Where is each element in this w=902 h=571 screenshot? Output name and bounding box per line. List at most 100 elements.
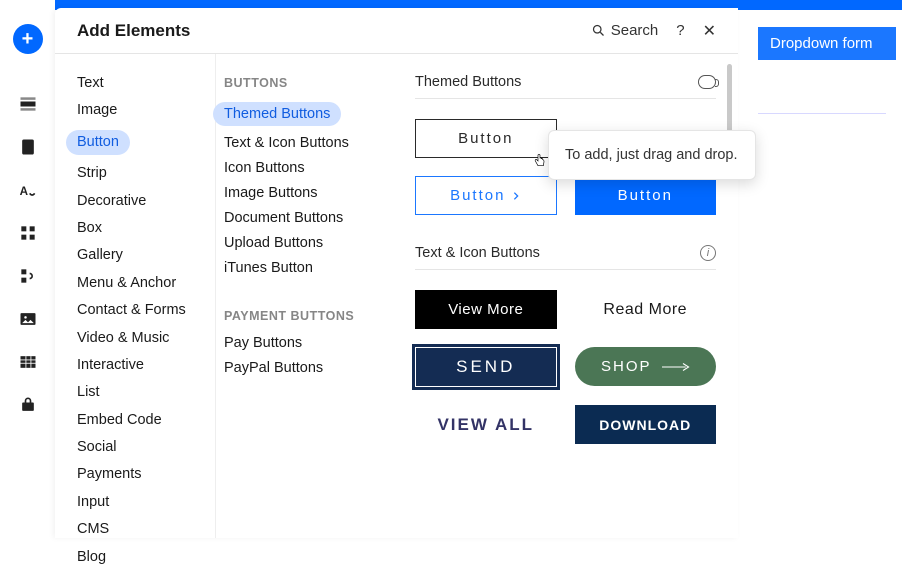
search-button[interactable]: Search	[591, 22, 659, 39]
category-item-gallery[interactable]: Gallery	[77, 242, 215, 269]
preview-button-label: DOWNLOAD	[599, 417, 691, 433]
panel-columns: TextImageButtonStripDecorativeBoxGallery…	[55, 54, 738, 538]
category-label: Blog	[77, 549, 106, 565]
category-item-decorative[interactable]: Decorative	[77, 188, 215, 215]
subcategory-item-icon-buttons[interactable]: Icon Buttons	[224, 156, 393, 180]
subcategory-label: Document Buttons	[224, 210, 343, 226]
video-icon[interactable]	[698, 75, 716, 89]
preview-button-label: Button	[450, 187, 505, 204]
category-item-embed-code[interactable]: Embed Code	[77, 407, 215, 434]
category-item-strip[interactable]: Strip	[77, 160, 215, 187]
subcategory-column: BUTTONS Themed Buttons Text & Icon Buttons…	[215, 54, 393, 538]
category-label: Box	[77, 220, 102, 236]
section-header: Text & Icon Buttons i	[415, 245, 716, 270]
category-label: Interactive	[77, 357, 144, 373]
section-title: Themed Buttons	[415, 74, 521, 90]
subcategory-item-text-icon-buttons[interactable]: Text & Icon Buttons	[224, 131, 393, 155]
tooltip-text: To add, just drag and drop.	[565, 147, 738, 163]
category-item-social[interactable]: Social	[77, 434, 215, 461]
preview-button-button[interactable]: Button	[415, 176, 557, 215]
panel-title: Add Elements	[77, 21, 591, 41]
subcategory-item-document-buttons[interactable]: Document Buttons	[224, 206, 393, 230]
category-label: Strip	[77, 165, 107, 181]
data-icon[interactable]	[13, 347, 43, 377]
search-icon	[591, 23, 606, 38]
subcategory-item-image-buttons[interactable]: Image Buttons	[224, 181, 393, 205]
subcategory-item-itunes-button[interactable]: iTunes Button	[224, 256, 393, 280]
page-icon[interactable]	[13, 132, 43, 162]
drag-tooltip: To add, just drag and drop.	[548, 130, 756, 180]
cursor-icon	[532, 152, 548, 175]
preview-column: Themed Buttons Button Button Button Text & I…	[393, 54, 738, 538]
dropdown-form-label: Dropdown form	[770, 35, 873, 52]
chevron-right-icon	[511, 191, 521, 201]
subcategory-item-paypal-buttons[interactable]: PayPal Buttons	[224, 356, 393, 380]
dropdown-form-chip[interactable]: Dropdown form	[758, 27, 896, 60]
category-item-image[interactable]: Image	[77, 97, 215, 124]
preview-button-shop[interactable]: SHOP	[575, 347, 717, 386]
preview-button-view-more[interactable]: View More	[415, 290, 557, 329]
preview-button-download[interactable]: DOWNLOAD	[575, 405, 717, 444]
section-header: Themed Buttons	[415, 74, 716, 99]
subcategory-label: Icon Buttons	[224, 160, 305, 176]
section-icon[interactable]	[13, 89, 43, 119]
info-icon[interactable]: i	[700, 245, 716, 261]
section-title: Text & Icon Buttons	[415, 245, 540, 261]
category-item-menu-anchor[interactable]: Menu & Anchor	[77, 270, 215, 297]
category-item-video-music[interactable]: Video & Music	[77, 325, 215, 352]
subcategory-item-upload-buttons[interactable]: Upload Buttons	[224, 231, 393, 255]
subcategory-label: Themed Buttons	[213, 102, 341, 126]
preview-button-view-all[interactable]: VIEW ALL	[415, 405, 557, 444]
category-label: Button	[66, 130, 130, 155]
preview-button-label: Read More	[603, 301, 687, 319]
category-item-contact-forms[interactable]: Contact & Forms	[77, 297, 215, 324]
category-label: Decorative	[77, 193, 146, 209]
category-label: Social	[77, 439, 117, 455]
left-rail: + A	[0, 0, 55, 538]
store-icon[interactable]	[13, 390, 43, 420]
preview-button-label: View More	[448, 301, 523, 318]
subcategory-label: Text & Icon Buttons	[224, 135, 349, 151]
subcategory-header: PAYMENT BUTTONS	[224, 309, 393, 323]
category-item-blog[interactable]: Blog	[77, 544, 215, 571]
subcategory-item-themed-buttons[interactable]: Themed Buttons	[224, 98, 393, 130]
preview-button-label: SEND	[456, 357, 515, 377]
category-item-payments[interactable]: Payments	[77, 461, 215, 488]
close-icon[interactable]: ✕	[703, 21, 716, 41]
preview-button-button[interactable]: Button	[575, 176, 717, 215]
subcategory-label: PayPal Buttons	[224, 360, 323, 376]
preview-button-label: VIEW ALL	[437, 415, 534, 435]
category-label: Gallery	[77, 247, 123, 263]
category-label: Video & Music	[77, 330, 169, 346]
category-item-input[interactable]: Input	[77, 489, 215, 516]
dropdown-form-underline	[758, 113, 886, 114]
category-label: Input	[77, 494, 109, 510]
font-icon[interactable]: A	[13, 175, 43, 205]
media-icon[interactable]	[13, 304, 43, 334]
category-label: Text	[77, 75, 104, 91]
subcategory-item-pay-buttons[interactable]: Pay Buttons	[224, 331, 393, 355]
category-item-text[interactable]: Text	[77, 70, 215, 97]
category-item-cms[interactable]: CMS	[77, 516, 215, 543]
preview-button-send[interactable]: SEND	[415, 347, 557, 387]
preview-button-read-more[interactable]: Read More	[575, 290, 717, 329]
subcategory-label: Pay Buttons	[224, 335, 302, 351]
svg-text:A: A	[19, 185, 28, 198]
subcategory-header: BUTTONS	[224, 76, 393, 90]
category-item-list[interactable]: List	[77, 379, 215, 406]
category-label: Menu & Anchor	[77, 275, 176, 291]
help-icon[interactable]: ?	[676, 22, 684, 39]
apps-icon[interactable]	[13, 218, 43, 248]
category-item-button[interactable]: Button	[77, 125, 215, 160]
preview-button-label: Button	[458, 130, 513, 147]
add-icon[interactable]: +	[13, 24, 43, 54]
category-label: List	[77, 384, 100, 400]
plugin-icon[interactable]	[13, 261, 43, 291]
preview-grid: View More Read More SEND SHOP VIEW ALL DOWNLO…	[415, 290, 716, 444]
category-item-box[interactable]: Box	[77, 215, 215, 242]
add-elements-panel: Add Elements Search ? ✕ TextImageButtonS…	[55, 8, 738, 538]
category-label: CMS	[77, 521, 109, 537]
category-item-interactive[interactable]: Interactive	[77, 352, 215, 379]
category-label: Contact & Forms	[77, 302, 186, 318]
panel-header: Add Elements Search ? ✕	[55, 8, 738, 54]
